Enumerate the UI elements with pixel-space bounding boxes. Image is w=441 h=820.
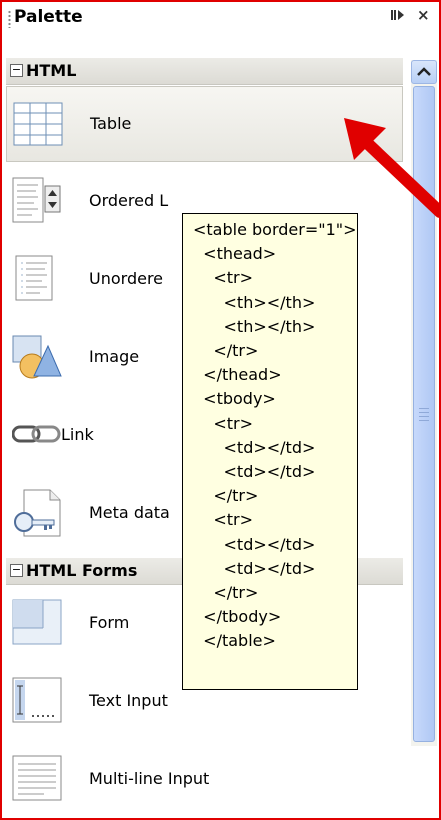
- palette-item-multiline-input[interactable]: Multi-line Input: [6, 742, 403, 818]
- scroll-up-button[interactable]: [411, 60, 437, 84]
- palette-panel: Palette × − HTML Table Ordered L Unorder…: [0, 0, 441, 820]
- item-label: Multi-line Input: [89, 769, 210, 788]
- link-icon: [12, 425, 61, 443]
- collapse-icon[interactable]: −: [10, 64, 23, 77]
- multiline-input-icon: [12, 755, 62, 801]
- chevron-up-icon: [417, 67, 431, 76]
- ordered-list-icon: [12, 177, 61, 223]
- item-label: Table: [90, 114, 132, 133]
- scroll-thumb-grip: [419, 408, 429, 422]
- item-label: Unordere: [89, 269, 164, 288]
- meta-data-icon: [14, 489, 61, 537]
- tooltip-code: <table border="1"> <thead> <tr> <th></th…: [193, 220, 357, 651]
- item-label: Ordered L: [89, 191, 169, 210]
- image-icon: [12, 335, 62, 379]
- category-html[interactable]: − HTML: [6, 58, 403, 85]
- item-label: Form: [89, 613, 130, 632]
- palette-header: Palette ×: [2, 2, 439, 34]
- category-label: HTML Forms: [26, 561, 138, 580]
- item-label: Link: [61, 425, 94, 444]
- form-icon: [12, 599, 62, 645]
- palette-title: Palette: [14, 7, 83, 27]
- category-label: HTML: [26, 61, 77, 80]
- code-tooltip: <table border="1"> <thead> <tr> <th></th…: [182, 213, 358, 690]
- unordered-list-icon: [15, 255, 53, 301]
- item-label: Meta data: [89, 503, 170, 522]
- item-label: Text Input: [89, 691, 168, 710]
- drag-grip[interactable]: [8, 10, 11, 28]
- close-button[interactable]: ×: [417, 6, 430, 24]
- collapse-icon[interactable]: −: [10, 564, 23, 577]
- dock-icon[interactable]: [390, 8, 408, 26]
- item-label: Image: [89, 347, 140, 366]
- table-icon: [13, 102, 63, 146]
- text-input-icon: [12, 677, 62, 723]
- annotation-arrow: [344, 118, 439, 218]
